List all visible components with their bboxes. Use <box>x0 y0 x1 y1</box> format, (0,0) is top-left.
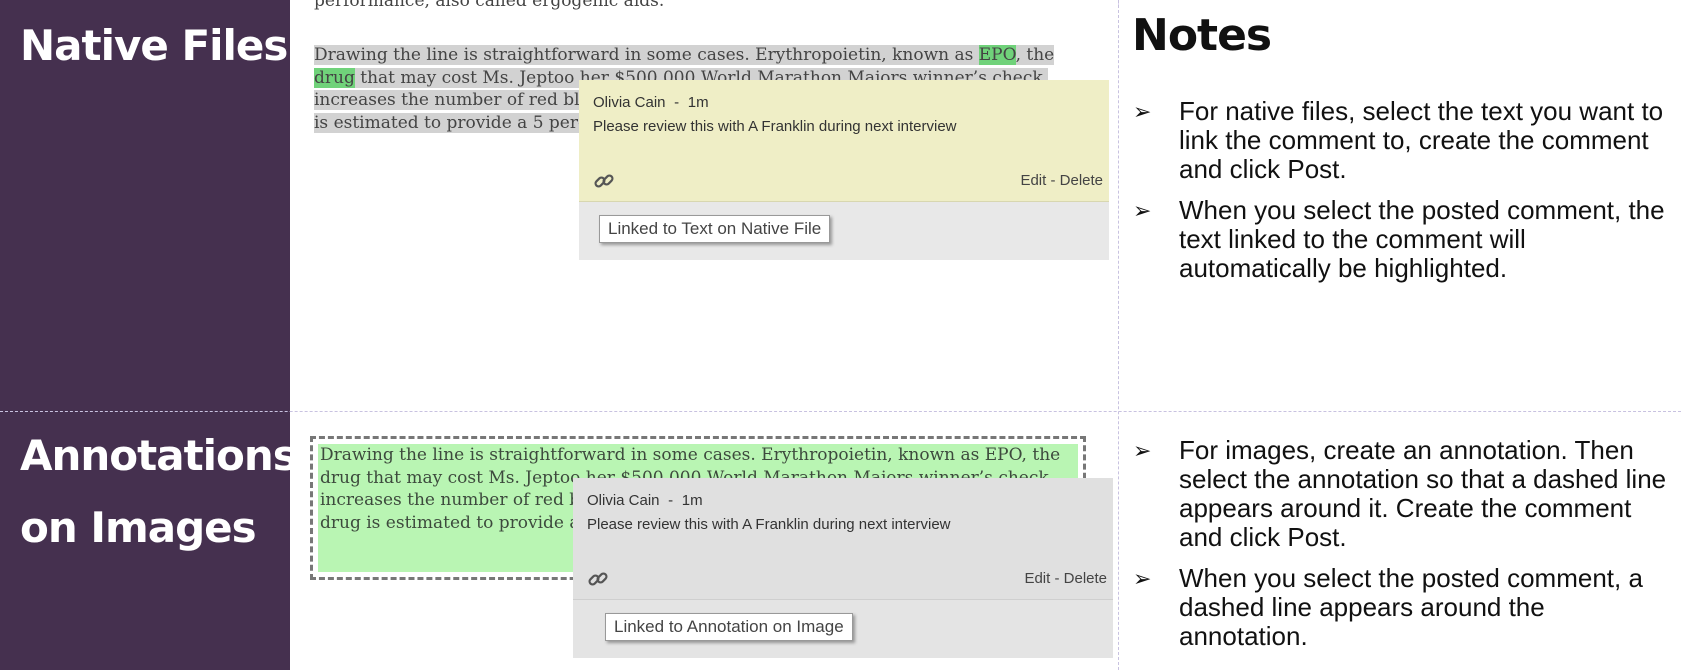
delete-link[interactable]: Delete <box>1060 172 1103 189</box>
comment-card[interactable]: Olivia Cain - 1m Please review this with… <box>573 478 1113 600</box>
search-hit: EPO <box>978 45 1016 65</box>
comment-author: Olivia Cain <box>593 94 666 111</box>
note-text: For native files, select the text you wa… <box>1179 96 1664 184</box>
native-files-row: Native Files performance, also called er… <box>0 0 1681 412</box>
row-label-line: Annotations <box>20 431 298 480</box>
comment-actions: Edit - Delete <box>1024 570 1107 587</box>
comment-time: 1m <box>681 492 703 509</box>
note-text: When you select the posted comment, the … <box>1179 195 1665 283</box>
notes-list: ➢ For native files, select the text you w… <box>1133 97 1673 295</box>
arrow-bullet-icon: ➢ <box>1133 99 1152 124</box>
note-item: ➢ For images, create an annotation. Then … <box>1133 436 1673 552</box>
row-label-cell: Annotations on Images <box>0 412 298 670</box>
actions-separator: - <box>1054 570 1064 587</box>
row-label-line: on Images <box>20 503 257 552</box>
notes-list: ➢ For images, create an annotation. Then … <box>1133 436 1673 663</box>
linked-to-annotation-button[interactable]: Linked to Annotation on Image <box>605 613 853 641</box>
comment-time: 1m <box>687 94 709 111</box>
comment-card[interactable]: Olivia Cain - 1m Please review this with… <box>579 80 1109 202</box>
search-hit: drug <box>314 67 355 88</box>
comment-popup: Olivia Cain - 1m Please review this with… <box>573 478 1113 658</box>
row-label-cell: Native Files <box>0 0 290 412</box>
comment-separator: - <box>669 94 684 111</box>
linked-to-text-button[interactable]: Linked to Text on Native File <box>599 215 831 243</box>
comment-popup: Olivia Cain - 1m Please review this with… <box>579 80 1109 260</box>
delete-link[interactable]: Delete <box>1064 570 1107 587</box>
doc-text-segment: Drawing the line is straightforward in s… <box>314 45 979 65</box>
arrow-bullet-icon: ➢ <box>1133 438 1152 463</box>
image-annotation-screenshot: Drawing the line is straightforward in s… <box>290 412 1118 670</box>
link-icon[interactable] <box>593 170 615 198</box>
comment-text: Please review this with A Franklin durin… <box>587 516 951 533</box>
comment-actions: Edit - Delete <box>1020 172 1103 189</box>
annotations-row: Annotations on Images Drawing the line i… <box>0 412 1681 670</box>
note-text: When you select the posted comment, a da… <box>1179 563 1643 651</box>
link-icon[interactable] <box>587 568 609 596</box>
arrow-bullet-icon: ➢ <box>1133 198 1152 223</box>
comment-header: Olivia Cain - 1m Please review this with… <box>587 492 951 533</box>
note-item: ➢ For native files, select the text you w… <box>1133 97 1673 184</box>
note-text: For images, create an annotation. Then s… <box>1179 435 1667 552</box>
row-label-native-files: Native Files <box>20 21 288 70</box>
actions-separator: - <box>1050 172 1060 189</box>
edit-link[interactable]: Edit <box>1020 172 1046 189</box>
note-item: ➢ When you select the posted comment, a d… <box>1133 564 1673 651</box>
edit-link[interactable]: Edit <box>1024 570 1050 587</box>
native-file-screenshot: performance, also called ergogenic aids.… <box>290 0 1118 412</box>
notes-title: Notes <box>1132 10 1272 61</box>
comment-author: Olivia Cain <box>587 492 660 509</box>
notes-cell: ➢ For images, create an annotation. Then … <box>1119 412 1681 670</box>
comment-separator: - <box>663 492 678 509</box>
notes-cell: Notes ➢ For native files, select the text… <box>1119 0 1681 412</box>
row-divider <box>0 411 1681 412</box>
comment-text: Please review this with A Franklin durin… <box>593 118 957 135</box>
arrow-bullet-icon: ➢ <box>1133 566 1152 591</box>
doc-cut-text: performance, also called ergogenic aids. <box>314 0 665 11</box>
row-label-annotations: Annotations on Images <box>0 412 298 564</box>
column-divider <box>1118 0 1119 670</box>
note-item: ➢ When you select the posted comment, the… <box>1133 196 1673 283</box>
comment-header: Olivia Cain - 1m Please review this with… <box>593 94 957 135</box>
doc-text-segment: , the <box>1015 45 1055 65</box>
